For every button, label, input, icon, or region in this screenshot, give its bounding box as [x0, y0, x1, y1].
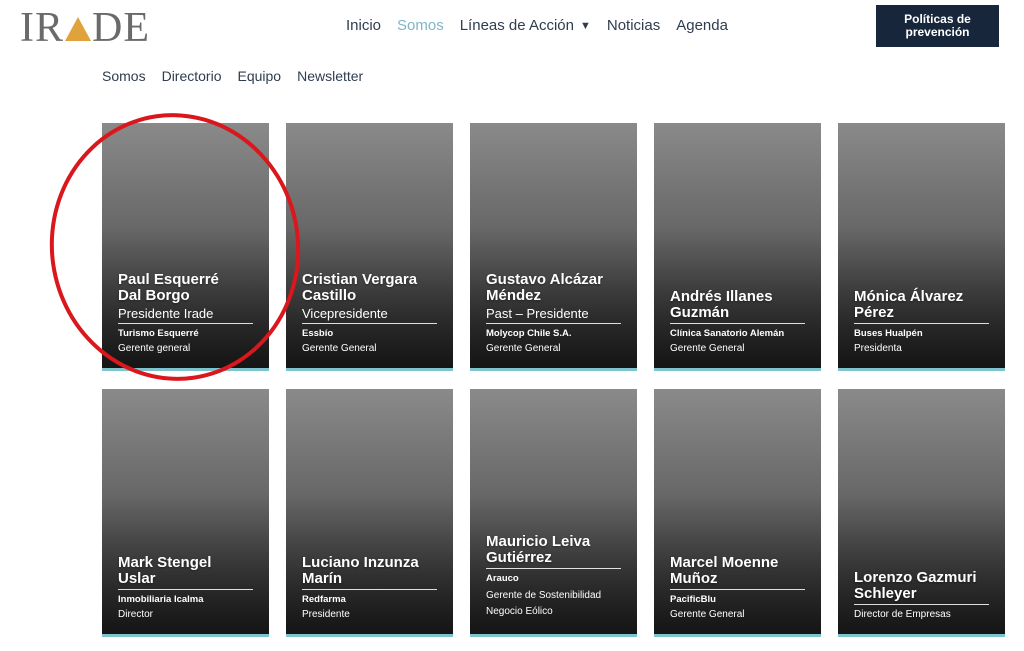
member-card[interactable]: Mónica Álvarez Pérez Buses Hualpén Presi… — [838, 123, 1005, 371]
member-role: Past – Presidente — [486, 306, 621, 324]
member-card[interactable]: Cristian Vergara Castillo Vicepresidente… — [286, 123, 453, 371]
member-name: Andrés Illanes Guzmán — [670, 288, 773, 321]
member-position: Gerente General — [486, 343, 561, 354]
nav-somos[interactable]: Somos — [397, 17, 444, 34]
member-role: Presidente Irade — [118, 306, 253, 324]
member-name: Mónica Álvarez Pérez — [854, 288, 964, 321]
subnav-directorio[interactable]: Directorio — [162, 68, 222, 84]
member-name: Mauricio Leiva Gutiérrez — [486, 533, 591, 566]
member-card[interactable]: Mauricio Leiva Gutiérrez Arauco Gerente … — [470, 389, 637, 637]
member-card[interactable]: Paul Esquerré Dal Borgo Presidente Irade… — [102, 123, 269, 371]
logo-text-right: DE — [92, 5, 150, 51]
member-position: Gerente General — [670, 343, 745, 354]
sub-nav: Somos Directorio Equipo Newsletter — [102, 68, 363, 84]
member-company: Essbío — [302, 328, 334, 339]
member-card[interactable]: Lorenzo Gazmuri Schleyer Director de Emp… — [838, 389, 1005, 637]
nav-noticias[interactable]: Noticias — [607, 17, 660, 34]
nav-agenda[interactable]: Agenda — [676, 17, 728, 34]
member-name: Lorenzo Gazmuri Schleyer — [854, 569, 977, 602]
member-company: Buses Hualpén — [854, 328, 923, 339]
member-card[interactable]: Luciano Inzunza Marín Redfarma President… — [286, 389, 453, 637]
member-position: Gerente General — [670, 609, 745, 620]
member-company: Arauco — [486, 573, 519, 584]
logo-triangle-icon — [65, 17, 91, 41]
nav-lineas-label: Líneas de Acción — [459, 17, 574, 34]
main-nav: Inicio Somos Líneas de Acción ▼ Noticias … — [346, 17, 728, 34]
member-company: Turismo Esquerré — [118, 328, 199, 339]
subnav-somos[interactable]: Somos — [102, 68, 146, 84]
member-position: Presidenta — [854, 343, 902, 354]
member-company: Clínica Sanatorio Alemán — [670, 328, 785, 339]
member-position: Gerente general — [118, 343, 191, 354]
member-position: Presidente — [302, 609, 350, 620]
member-name: Cristian Vergara Castillo — [302, 271, 418, 304]
member-name: Luciano Inzunza Marín — [302, 554, 419, 587]
irade-logo[interactable]: IR DE — [20, 6, 150, 50]
subnav-equipo[interactable]: Equipo — [237, 68, 281, 84]
member-role: Vicepresidente — [302, 306, 437, 324]
nav-lineas-de-accion[interactable]: Líneas de Acción ▼ — [460, 17, 591, 34]
member-position: Gerente de Sostenibilidad Negocio Eólico — [486, 590, 602, 617]
member-position: Director de Empresas — [854, 609, 951, 620]
member-company: PacificBlu — [670, 594, 716, 605]
politicas-prevencion-button[interactable]: Políticas de prevención — [876, 5, 999, 47]
member-card[interactable]: Marcel Moenne Muñoz PacificBlu Gerente G… — [654, 389, 821, 637]
member-name: Paul Esquerré Dal Borgo — [118, 271, 219, 304]
member-card[interactable]: Mark Stengel Uslar Inmobiliaria Icalma D… — [102, 389, 269, 637]
member-position: Director — [118, 609, 154, 620]
member-card[interactable]: Andrés Illanes Guzmán Clínica Sanatorio … — [654, 123, 821, 371]
member-company: Redfarma — [302, 594, 346, 605]
member-card[interactable]: Gustavo Alcázar Méndez Past – Presidente… — [470, 123, 637, 371]
subnav-newsletter[interactable]: Newsletter — [297, 68, 363, 84]
member-company: Inmobiliaria Icalma — [118, 594, 204, 605]
member-name: Gustavo Alcázar Méndez — [486, 271, 603, 304]
member-name: Mark Stengel Uslar — [118, 554, 212, 587]
member-company: Molycop Chile S.A. — [486, 328, 572, 339]
nav-inicio[interactable]: Inicio — [346, 17, 381, 34]
member-position: Gerente General — [302, 343, 377, 354]
chevron-down-icon: ▼ — [579, 20, 591, 32]
logo-text-left: IR — [20, 5, 64, 51]
member-name: Marcel Moenne Muñoz — [670, 554, 779, 587]
